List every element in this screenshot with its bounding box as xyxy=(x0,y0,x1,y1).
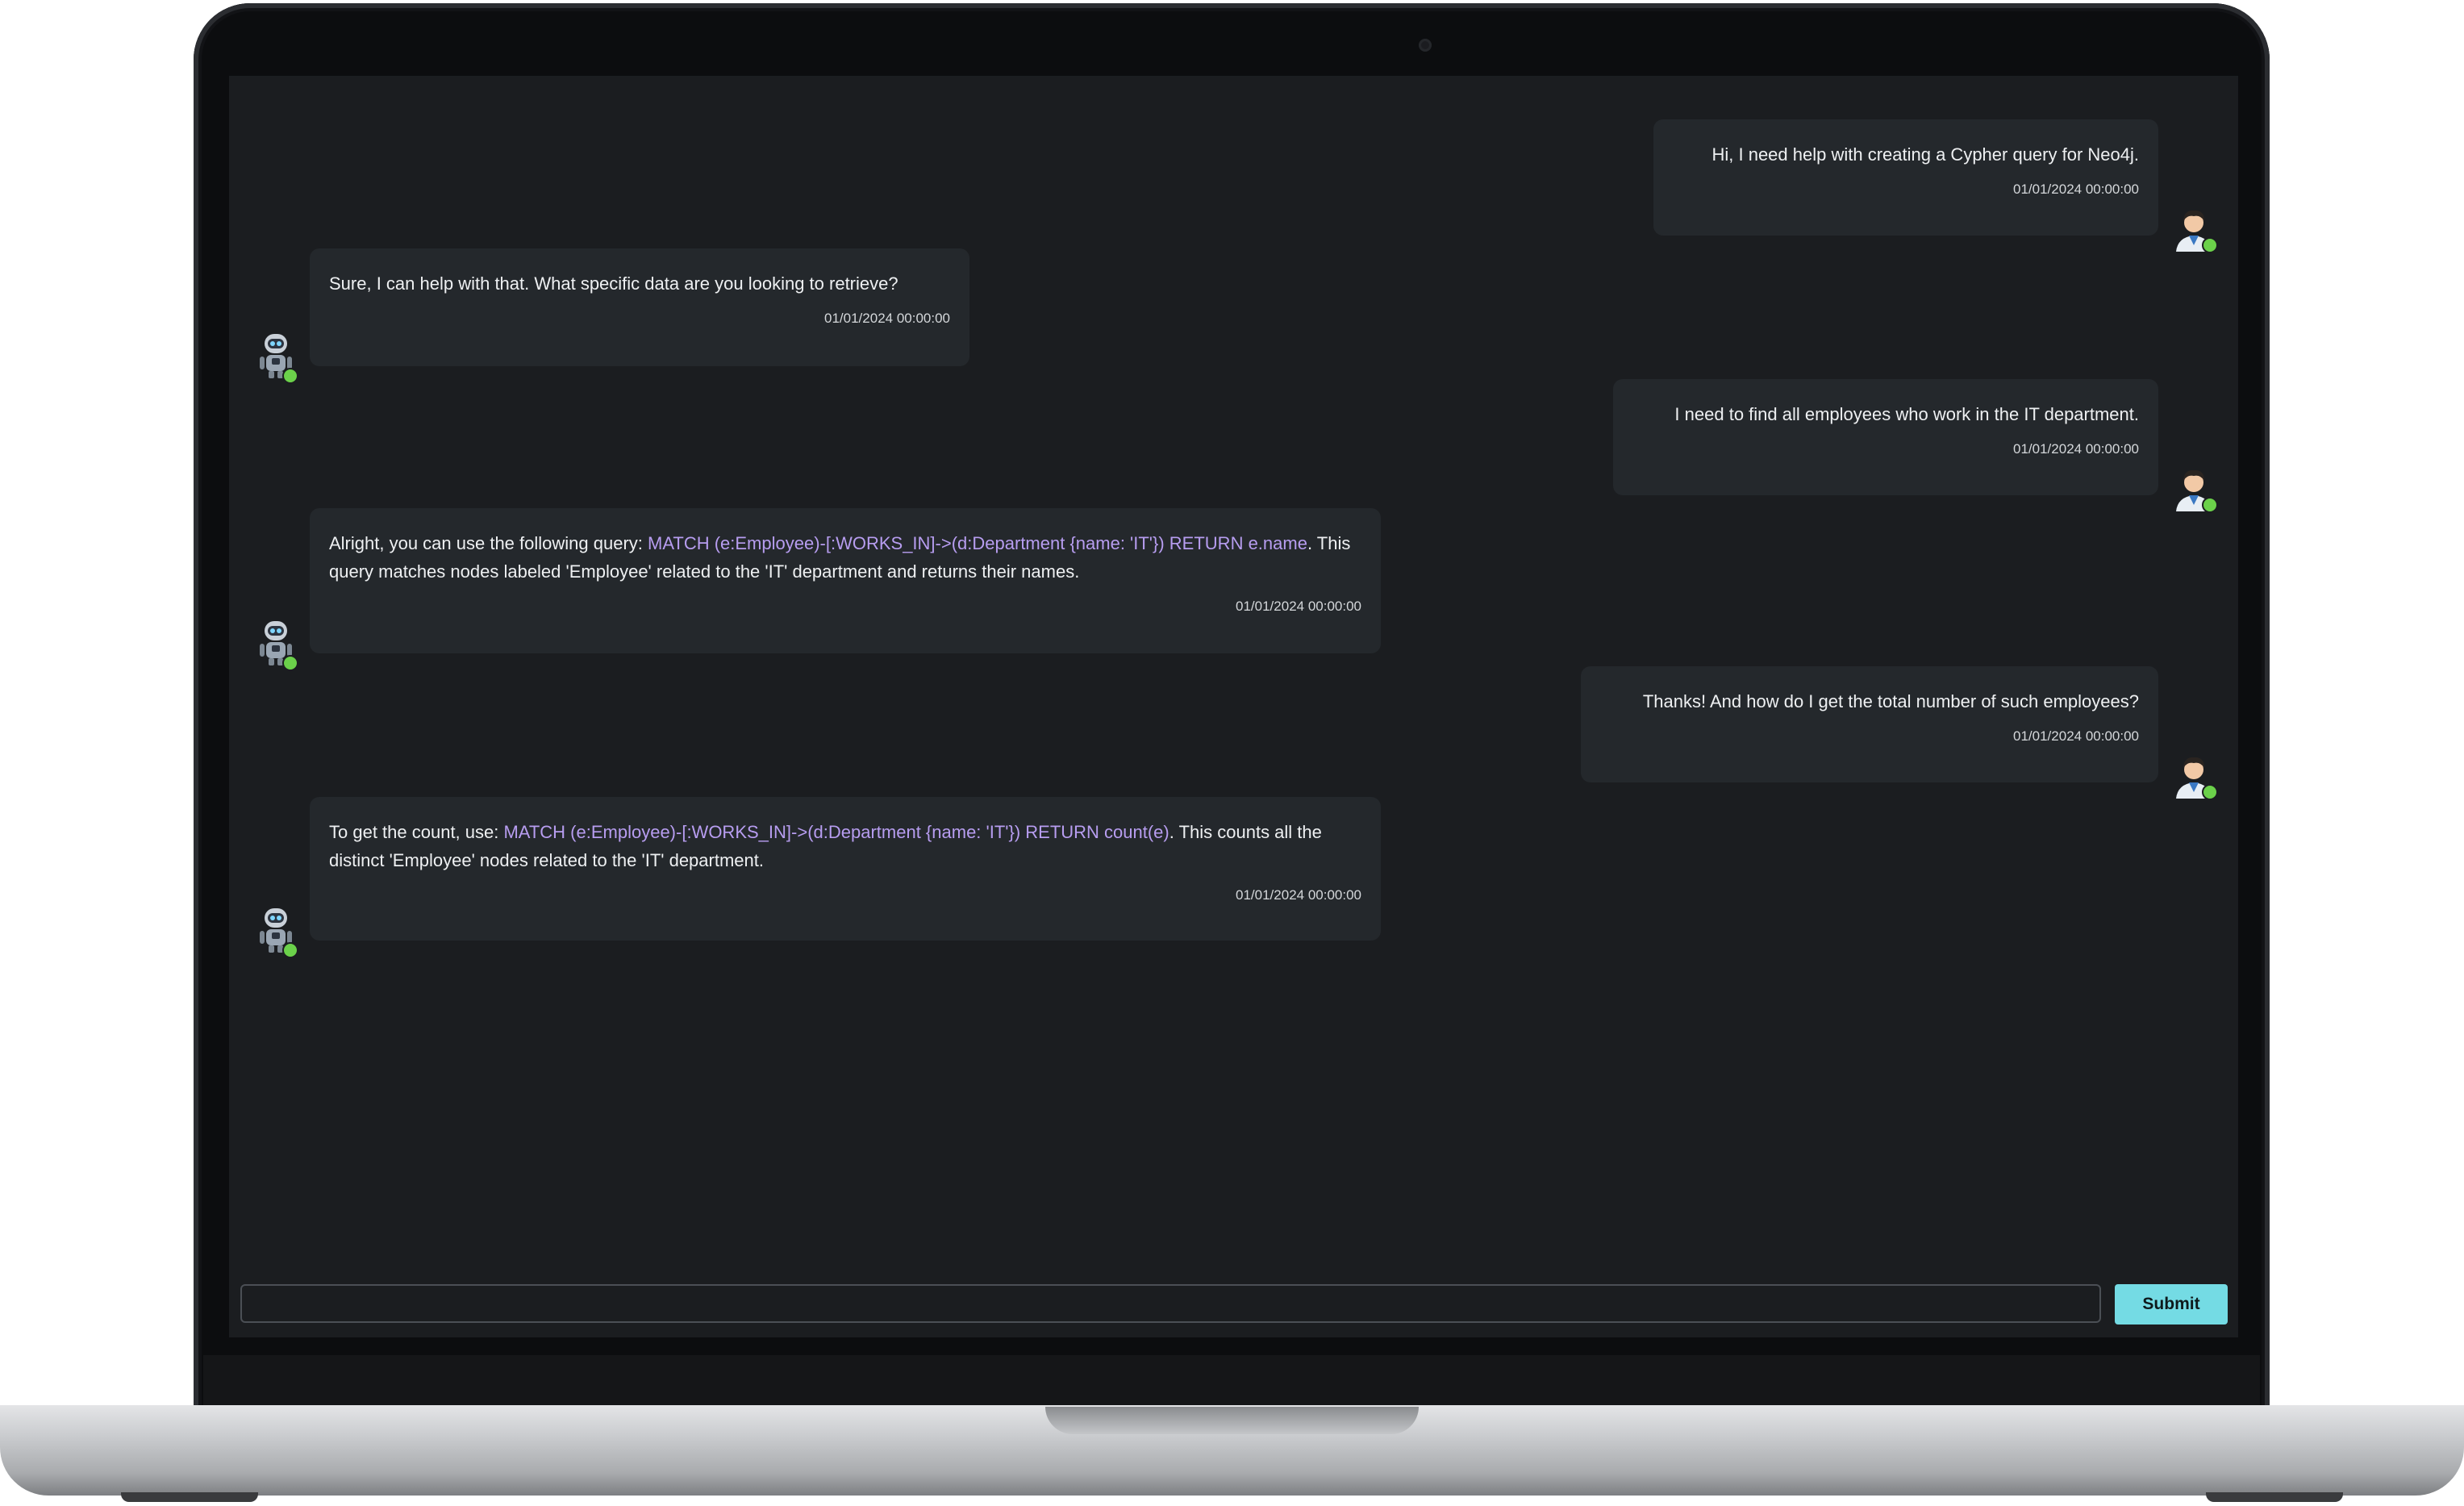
message-timestamp: 01/01/2024 00:00:00 xyxy=(2013,181,2139,197)
bot-message: Sure, I can help with that. What specifi… xyxy=(310,248,969,366)
message-text: Alright, you can use the following query… xyxy=(329,529,1361,586)
message-text: Sure, I can help with that. What specifi… xyxy=(329,273,898,294)
online-status-icon xyxy=(282,368,298,384)
message-input[interactable] xyxy=(240,1284,2101,1323)
chat-window: Hi, I need help with creating a Cypher q… xyxy=(229,76,2238,1337)
message-text: I need to find all employees who work in… xyxy=(1674,404,2139,424)
bot-message: To get the count, use: MATCH (e:Employee… xyxy=(310,797,1381,941)
online-status-icon xyxy=(2202,237,2218,253)
message-timestamp: 01/01/2024 00:00:00 xyxy=(824,311,950,326)
message-text: Thanks! And how do I get the total numbe… xyxy=(1642,691,2139,711)
user-message: Hi, I need help with creating a Cypher q… xyxy=(1653,119,2158,236)
camera-icon xyxy=(1419,39,1432,52)
message-timestamp: 01/01/2024 00:00:00 xyxy=(2013,441,2139,457)
message-text: To get the count, use: MATCH (e:Employee… xyxy=(329,818,1361,874)
message-timestamp: 01/01/2024 00:00:00 xyxy=(2013,728,2139,744)
message-text: Hi, I need help with creating a Cypher q… xyxy=(1711,144,2139,165)
online-status-icon xyxy=(282,655,298,671)
laptop-foot-left xyxy=(121,1492,258,1502)
online-status-icon xyxy=(2202,784,2218,800)
online-status-icon xyxy=(2202,497,2218,513)
user-message: Thanks! And how do I get the total numbe… xyxy=(1581,666,2158,782)
cypher-query: MATCH (e:Employee)-[:WORKS_IN]->(d:Depar… xyxy=(503,822,1169,842)
online-status-icon xyxy=(282,942,298,958)
message-timestamp: 01/01/2024 00:00:00 xyxy=(1236,887,1361,903)
laptop-bezel-bottom xyxy=(203,1355,2260,1407)
message-text-intro: To get the count, use: xyxy=(329,822,504,842)
user-message: I need to find all employees who work in… xyxy=(1613,379,2158,495)
message-text-intro: Alright, you can use the following query… xyxy=(329,533,648,553)
message-timestamp: 01/01/2024 00:00:00 xyxy=(1236,599,1361,614)
laptop-foot-right xyxy=(2206,1492,2343,1502)
bot-message: Alright, you can use the following query… xyxy=(310,508,1381,653)
submit-button[interactable]: Submit xyxy=(2115,1284,2228,1325)
cypher-query: MATCH (e:Employee)-[:WORKS_IN]->(d:Depar… xyxy=(648,533,1307,553)
laptop-notch xyxy=(1045,1407,1419,1434)
